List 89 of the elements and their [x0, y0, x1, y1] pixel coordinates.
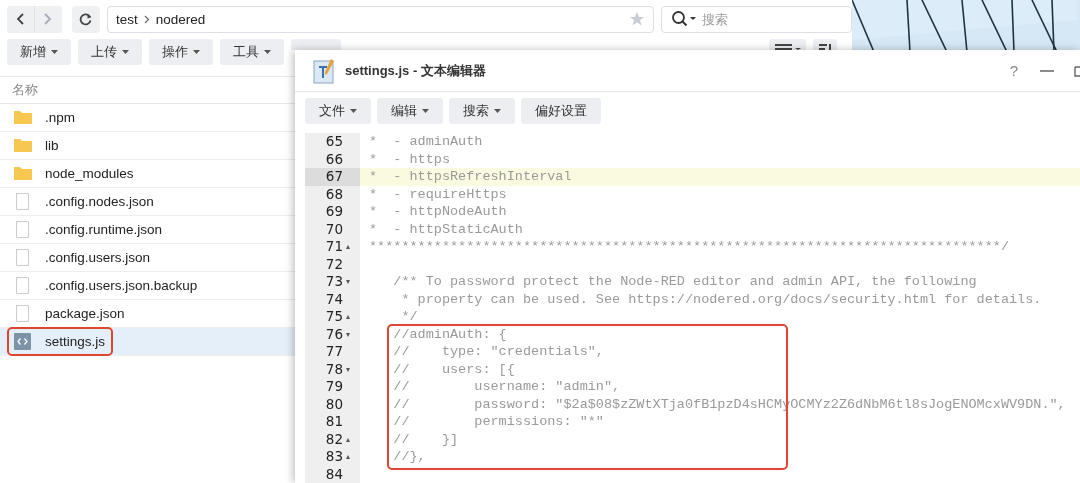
file-name: package.json — [45, 306, 125, 321]
file-name: settings.js — [45, 334, 106, 349]
maximize-icon — [1074, 64, 1080, 77]
file-name: .config.users.json — [45, 250, 151, 265]
maximize-button[interactable] — [1074, 64, 1080, 77]
file-row[interactable]: .config.nodes.json — [0, 188, 295, 216]
star-icon — [629, 11, 646, 27]
line-number: 71 — [325, 238, 343, 256]
column-header[interactable]: 名称 — [12, 81, 38, 99]
path-field[interactable]: test nodered — [106, 5, 655, 33]
sort-icon — [818, 44, 832, 50]
file-name: lib — [45, 138, 59, 153]
line-number: 69 — [325, 203, 343, 221]
toolbar-button[interactable]: 新增 — [7, 39, 71, 65]
code-line: //adminAuth: { — [392, 325, 507, 343]
file-row[interactable]: lib — [0, 132, 295, 160]
line-number: 79 — [325, 378, 343, 396]
code-line: * - httpNodeAuth — [369, 203, 507, 221]
line-number: 73 — [325, 273, 343, 291]
code-line: ******************************************************************************/ — [369, 238, 1009, 256]
line-number: 66 — [325, 150, 343, 168]
window-title: settings.js - 文本编辑器 — [345, 61, 486, 80]
folder-icon — [13, 108, 33, 127]
code-line: * - httpsRefreshInterval — [369, 168, 572, 186]
code-file-icon — [13, 332, 33, 351]
line-number: 74 — [325, 290, 343, 308]
line-number: 80 — [325, 395, 343, 413]
file-name: node_modules — [45, 166, 134, 181]
code-line: // users: [{ — [392, 360, 515, 378]
line-number: 70 — [325, 220, 343, 238]
file-name: .config.users.json.backup — [45, 278, 198, 293]
menu-button[interactable]: 偏好设置 — [521, 98, 601, 124]
path-segment[interactable]: test — [115, 11, 138, 27]
minimize-icon — [1040, 69, 1054, 72]
folder-icon — [13, 136, 33, 155]
line-number: 81 — [325, 413, 343, 431]
line-number: 72 — [325, 255, 343, 273]
code-line: * - adminAuth — [369, 133, 483, 151]
code-line: * property can be used. See https://nodered.org/docs/security.html for details. — [400, 290, 1042, 308]
view-button[interactable] — [769, 39, 806, 50]
line-number: 83 — [325, 448, 343, 466]
toolbar-button[interactable]: 操作 — [149, 39, 213, 65]
search-input[interactable]: 搜索 — [700, 10, 835, 28]
chevron-right-icon — [44, 13, 53, 25]
code-line: /** To password protect the Node-RED editor and admin API, the following — [392, 273, 977, 291]
code-line: // username: "admin", — [392, 378, 621, 396]
line-number: 84 — [325, 465, 343, 483]
back-button[interactable] — [7, 5, 34, 33]
help-button[interactable]: ? — [1003, 62, 1024, 79]
refresh-button[interactable] — [71, 5, 100, 33]
path-segment[interactable]: nodered — [155, 11, 206, 27]
line-number: 78 — [325, 360, 343, 378]
file-name: .config.runtime.json — [45, 222, 163, 237]
menu-button[interactable]: 编辑 — [377, 98, 443, 124]
toolbar-button[interactable]: 上传 — [78, 39, 142, 65]
code-line: */ — [400, 308, 418, 326]
file-row[interactable]: settings.js — [0, 328, 295, 356]
text-editor-icon — [313, 57, 335, 84]
file-row[interactable]: .npm — [0, 104, 295, 132]
chevron-left-icon — [16, 13, 25, 25]
list-icon — [774, 44, 801, 50]
code-line: * - requireHttps — [369, 185, 507, 203]
file-row[interactable]: .config.runtime.json — [0, 216, 295, 244]
code-line: // permissions: "*" — [392, 413, 604, 431]
file-name: .config.nodes.json — [45, 194, 154, 209]
code-line: * - httpStaticAuth — [369, 220, 523, 238]
code-line: //}, — [392, 448, 426, 466]
code-line: // }] — [392, 430, 459, 448]
line-number: 77 — [325, 343, 343, 361]
file-row[interactable]: .config.users.json.backup — [0, 272, 295, 300]
line-number: 68 — [325, 185, 343, 203]
search-field[interactable]: 搜索 — [661, 5, 852, 33]
menu-button[interactable]: 文件 — [305, 98, 371, 124]
line-number: 65 — [325, 133, 343, 151]
file-row[interactable]: .config.users.json — [0, 244, 295, 272]
line-number: 82 — [325, 430, 343, 448]
search-icon — [671, 10, 698, 28]
code-line: // type: "credentials", — [392, 343, 604, 361]
line-number: 67 — [325, 168, 343, 186]
line-number: 76 — [325, 325, 343, 343]
toolbar-button[interactable]: 工具 — [220, 39, 284, 65]
menu-button[interactable]: 搜索 — [449, 98, 515, 124]
code-line: * - https — [369, 150, 450, 168]
folder-icon — [13, 164, 33, 183]
line-number: 75 — [325, 308, 343, 326]
chevron-icon — [143, 14, 150, 24]
file-name: .npm — [45, 110, 75, 125]
file-row[interactable]: node_modules — [0, 160, 295, 188]
refresh-icon — [79, 12, 93, 26]
